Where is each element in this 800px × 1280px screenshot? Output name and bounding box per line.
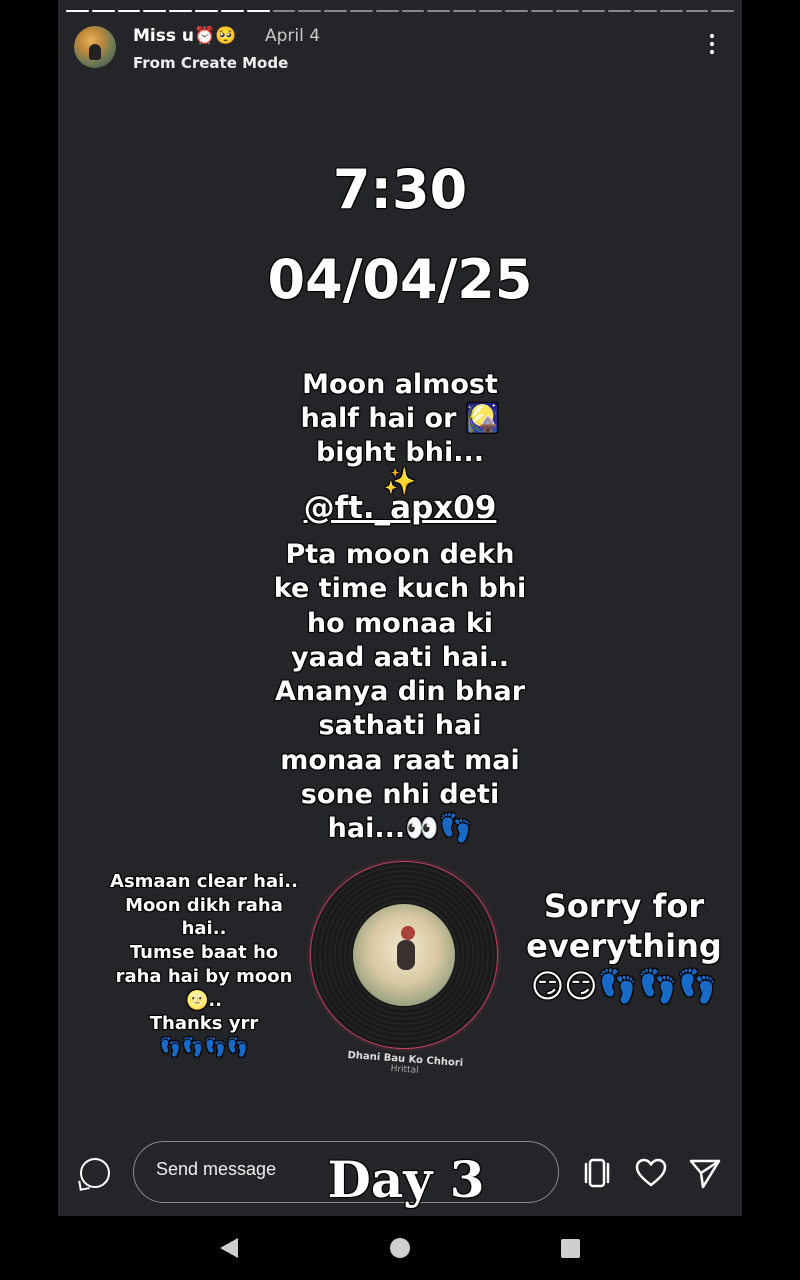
progress-segment [504,10,528,12]
recent-apps-icon[interactable] [561,1239,580,1258]
repost-icon[interactable] [580,1156,614,1190]
progress-segment [711,10,735,12]
heart-icon[interactable] [634,1156,668,1190]
story-viewer[interactable]: Miss u⏰🥺 April 4 From Create Mode 7:30 0… [58,0,742,1216]
right-line: Sorry for [543,887,705,925]
day-sticker: Day 3 [327,1150,485,1209]
progress-segment [349,10,373,12]
progress-segment [143,10,167,12]
pta-line: monaa raat mai [280,744,520,776]
moon-line: half hai or 🎑 [300,403,500,434]
mention-link[interactable]: @ft._apx09 [304,490,497,526]
moon-line: Moon almost [302,369,498,400]
pta-line: hai...👀👣 [327,813,473,845]
back-icon[interactable] [220,1238,238,1258]
left-line: Thanks yrr [149,1013,259,1035]
progress-segment [91,10,115,12]
left-line: 👣👣👣👣 [159,1036,249,1058]
progress-segment [220,10,244,12]
left-line: hai.. [181,918,227,940]
pta-line: yaad aati hai.. [291,641,509,673]
story-header: Miss u⏰🥺 April 4 From Create Mode [74,24,726,74]
progress-segment [479,10,502,12]
avatar[interactable] [74,26,116,68]
left-line: raha hai by moon [115,965,293,987]
username[interactable]: Miss u⏰🥺 [133,26,236,46]
progress-segment [246,10,270,12]
moon-line: bight bhi... [315,437,484,468]
story-progress-bar [66,10,735,12]
mention-sticker[interactable]: @ft._apx09 [58,490,742,526]
progress-segment [453,10,476,12]
pta-line: Ananya din bhar [274,676,526,708]
pta-line: sathati hai [318,710,482,742]
progress-segment [427,10,451,12]
date-sticker: 04/04/25 [267,248,533,311]
progress-segment [117,10,141,12]
pta-text-sticker: Pta moon dekh ke time kuch bhi ho monaa ki… [58,538,742,847]
pta-line: Pta moon dekh [285,539,515,570]
progress-segment [530,10,554,12]
right-line: 😏😏👣👣👣 [530,967,718,1005]
pta-line: sone nhi deti [300,779,500,811]
left-line: Asmaan clear hai.. [110,871,298,892]
progress-segment [685,10,709,12]
more-vertical-icon[interactable] [708,34,716,58]
pta-line: ho monaa ki [306,607,494,639]
music-record-sticker[interactable] [311,862,497,1048]
send-icon[interactable] [688,1156,722,1190]
story-source[interactable]: From Create Mode [133,54,288,72]
progress-segment [324,10,347,12]
right-text-sticker: Sorry for everything 😏😏👣👣👣 [518,886,730,1006]
home-icon[interactable] [390,1238,410,1258]
time-sticker: 7:30 [332,158,468,221]
left-line: Tumse baat ho [129,942,279,964]
progress-segment [401,10,425,12]
progress-segment [272,10,296,12]
moon-text-sticker: Moon almost half hai or 🎑 bight bhi... ✨ [58,368,742,495]
story-date: April 4 [265,26,321,46]
progress-segment [659,10,683,12]
progress-segment [633,10,657,12]
music-info[interactable]: Dhani Bau Ko Chhori Hrittal [319,1048,490,1081]
left-line: Moon dikh raha [125,894,283,916]
pta-line: ke time kuch bhi [273,573,527,605]
progress-segment [375,10,399,12]
progress-segment [169,10,193,12]
progress-segment [298,10,322,12]
progress-segment [556,10,580,12]
record-label-image [353,904,455,1006]
left-line: 🌝.. [185,989,223,1011]
progress-segment [608,10,631,12]
progress-segment [195,10,218,12]
left-text-sticker: Asmaan clear hai.. Moon dikh raha hai.. Tum… [98,870,310,1060]
right-line: everything [526,927,722,965]
chat-bubble-icon[interactable] [80,1158,110,1188]
progress-segment [66,10,89,12]
progress-segment [582,10,606,12]
